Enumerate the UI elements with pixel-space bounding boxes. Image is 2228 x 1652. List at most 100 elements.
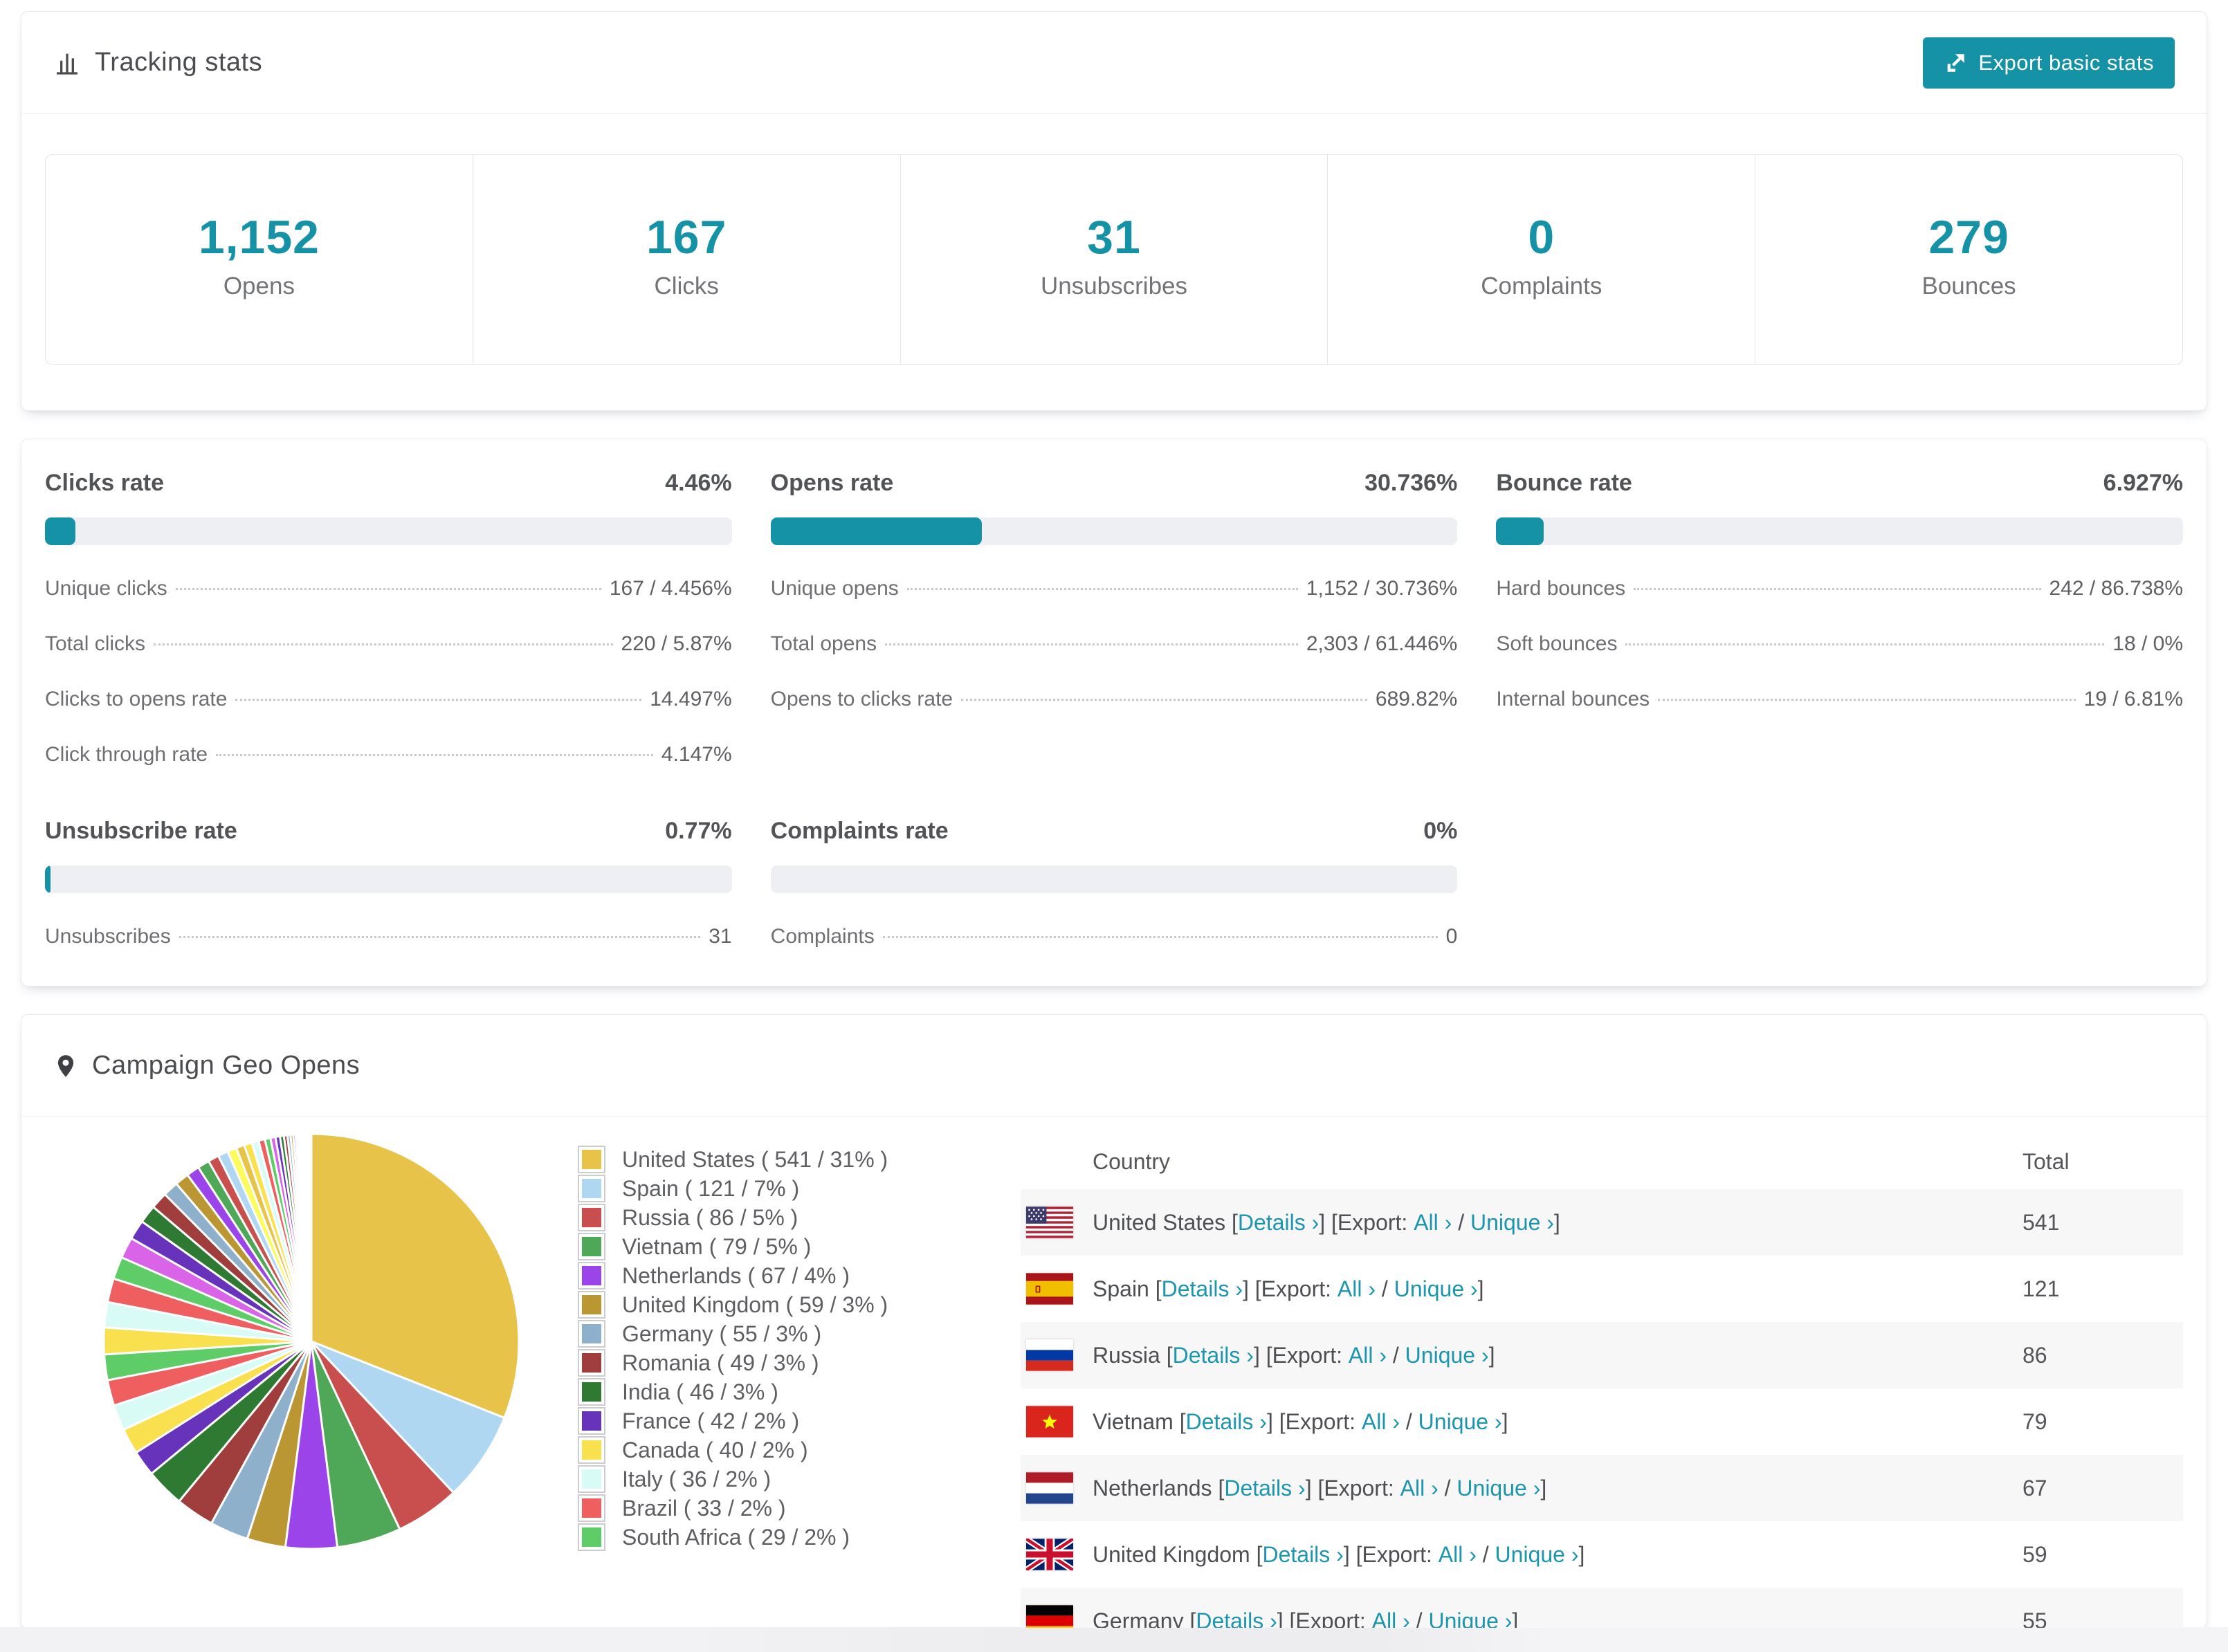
export-all-link[interactable]: All › <box>1349 1343 1387 1368</box>
stat-box-complaints: 0Complaints <box>1327 155 1755 364</box>
legend-swatch <box>578 1262 605 1290</box>
separator-text: / <box>1452 1210 1470 1236</box>
details-link[interactable]: Details › <box>1162 1276 1243 1302</box>
stat-box-opens: 1,152Opens <box>46 155 473 364</box>
export-unique-link[interactable]: Unique › <box>1495 1542 1579 1568</box>
legend-label: Canada ( 40 / 2% ) <box>622 1438 808 1463</box>
total-cell: 55 <box>2022 1608 2183 1629</box>
legend-label: India ( 46 / 3% ) <box>622 1379 778 1405</box>
metric-label: Soft bounces <box>1496 632 1617 656</box>
geo-legend: United States ( 541 / 31% ) Spain ( 121 /… <box>578 1123 1021 1552</box>
campaign-geo-opens-card: Campaign Geo Opens United States ( 541 /… <box>21 1014 2207 1628</box>
legend-item-india: India ( 46 / 3% ) <box>578 1377 1021 1406</box>
metric-value: 689.82% <box>1376 688 1457 711</box>
export-icon <box>1944 51 1967 75</box>
stat-label: Clicks <box>473 273 900 300</box>
export-all-link[interactable]: All › <box>1414 1210 1452 1236</box>
separator-text: / <box>1477 1542 1495 1568</box>
legend-item-united-kingdom: United Kingdom ( 59 / 3% ) <box>578 1290 1021 1319</box>
legend-swatch <box>578 1494 605 1522</box>
total-cell: 541 <box>2022 1210 2183 1236</box>
bracket-text: [ <box>1189 1608 1196 1629</box>
country-name: Vietnam <box>1093 1409 1180 1435</box>
legend-item-france: France ( 42 / 2% ) <box>578 1406 1021 1435</box>
export-unique-link[interactable]: Unique › <box>1418 1409 1502 1435</box>
export-all-link[interactable]: All › <box>1372 1608 1410 1629</box>
export-unique-link[interactable]: Unique › <box>1457 1476 1540 1501</box>
stat-value: 167 <box>473 210 900 264</box>
legend-label: United Kingdom ( 59 / 3% ) <box>622 1292 888 1318</box>
details-link[interactable]: Details › <box>1196 1608 1277 1629</box>
progress-bar <box>771 865 1458 893</box>
rate-title: Unsubscribe rate <box>45 818 237 845</box>
metric-value: 4.147% <box>661 743 732 767</box>
legend-item-germany: Germany ( 55 / 3% ) <box>578 1319 1021 1348</box>
details-link[interactable]: Details › <box>1262 1542 1343 1568</box>
export-unique-link[interactable]: Unique › <box>1428 1608 1512 1629</box>
export-unique-link[interactable]: Unique › <box>1394 1276 1478 1302</box>
rate-panel-complaints-rate: Complaints rate0%Complaints0 <box>771 818 1458 948</box>
progress-bar <box>45 865 732 893</box>
legend-swatch <box>578 1175 605 1202</box>
legend-label: Russia ( 86 / 5% ) <box>622 1205 798 1231</box>
metric-row-hard-bounces: Hard bounces242 / 86.738% <box>1496 577 2183 600</box>
bracket-text: [ <box>1232 1210 1238 1236</box>
rate-value: 30.736% <box>1364 470 1457 497</box>
rate-header: Opens rate30.736% <box>771 470 1458 517</box>
legend-item-romania: Romania ( 49 / 3% ) <box>578 1348 1021 1377</box>
legend-swatch <box>578 1465 605 1493</box>
rate-title: Complaints rate <box>771 818 949 845</box>
export-all-link[interactable]: All › <box>1439 1542 1477 1568</box>
rate-value: 0.77% <box>665 818 731 845</box>
rate-header: Bounce rate6.927% <box>1496 470 2183 517</box>
total-cell: 79 <box>2022 1409 2183 1435</box>
metric-value: 242 / 86.738% <box>2049 577 2184 600</box>
dotted-leader <box>216 754 653 756</box>
bracket-text: ] [Export: <box>1254 1343 1349 1368</box>
export-all-link[interactable]: All › <box>1362 1409 1400 1435</box>
bracket-text: ] [Export: <box>1277 1608 1372 1629</box>
country-name: United Kingdom <box>1093 1542 1257 1568</box>
metric-label: Total opens <box>771 632 877 656</box>
metric-label: Internal bounces <box>1496 688 1650 711</box>
export-all-link[interactable]: All › <box>1337 1276 1376 1302</box>
metric-value: 167 / 4.456% <box>610 577 732 600</box>
dotted-leader <box>179 936 701 938</box>
progress-fill <box>1496 517 1544 545</box>
rate-panel-unsubscribe-rate: Unsubscribe rate0.77%Unsubscribes31 <box>45 818 732 948</box>
table-row-russia: Russia [Details ›] [Export: All › / Uniq… <box>1021 1322 2183 1388</box>
stat-box-bounces: 279Bounces <box>1755 155 2182 364</box>
total-cell: 86 <box>2022 1343 2183 1368</box>
geo-table: CountryTotalUnited States [Details ›] [E… <box>1021 1123 2183 1628</box>
dotted-leader <box>961 699 1367 701</box>
metric-label: Unique clicks <box>45 577 167 600</box>
details-link[interactable]: Details › <box>1224 1476 1305 1501</box>
metric-row-unique-clicks: Unique clicks 167 / 4.456% <box>45 577 732 600</box>
bracket-text: ] <box>1512 1608 1518 1629</box>
table-row-united-states: United States [Details ›] [Export: All ›… <box>1021 1189 2183 1256</box>
legend-label: Spain ( 121 / 7% ) <box>622 1176 799 1202</box>
bracket-text: [ <box>1257 1542 1263 1568</box>
legend-swatch <box>578 1378 605 1406</box>
export-unique-link[interactable]: Unique › <box>1470 1210 1554 1236</box>
export-all-link[interactable]: All › <box>1400 1476 1439 1501</box>
rate-title: Clicks rate <box>45 470 164 497</box>
total-cell: 67 <box>2022 1476 2183 1501</box>
dotted-leader <box>1658 699 2075 701</box>
progress-fill <box>771 517 982 545</box>
bracket-text: [ <box>1167 1343 1173 1368</box>
progress-bar <box>771 517 1458 545</box>
legend-label: United States ( 541 / 31% ) <box>622 1147 888 1173</box>
metric-row-total-clicks: Total clicks220 / 5.87% <box>45 632 732 656</box>
details-link[interactable]: Details › <box>1238 1210 1319 1236</box>
details-link[interactable]: Details › <box>1186 1409 1267 1435</box>
bracket-text: ] [Export: <box>1306 1476 1400 1501</box>
export-unique-link[interactable]: Unique › <box>1405 1343 1489 1368</box>
dotted-leader <box>154 643 612 645</box>
export-basic-stats-button[interactable]: Export basic stats <box>1923 37 2175 89</box>
details-link[interactable]: Details › <box>1173 1343 1254 1368</box>
metric-value: 19 / 6.81% <box>2084 688 2183 711</box>
rate-value: 6.927% <box>2103 470 2183 497</box>
country-cell: Germany [Details ›] [Export: All › / Uni… <box>1093 1608 2022 1629</box>
legend-label: France ( 42 / 2% ) <box>622 1408 799 1434</box>
